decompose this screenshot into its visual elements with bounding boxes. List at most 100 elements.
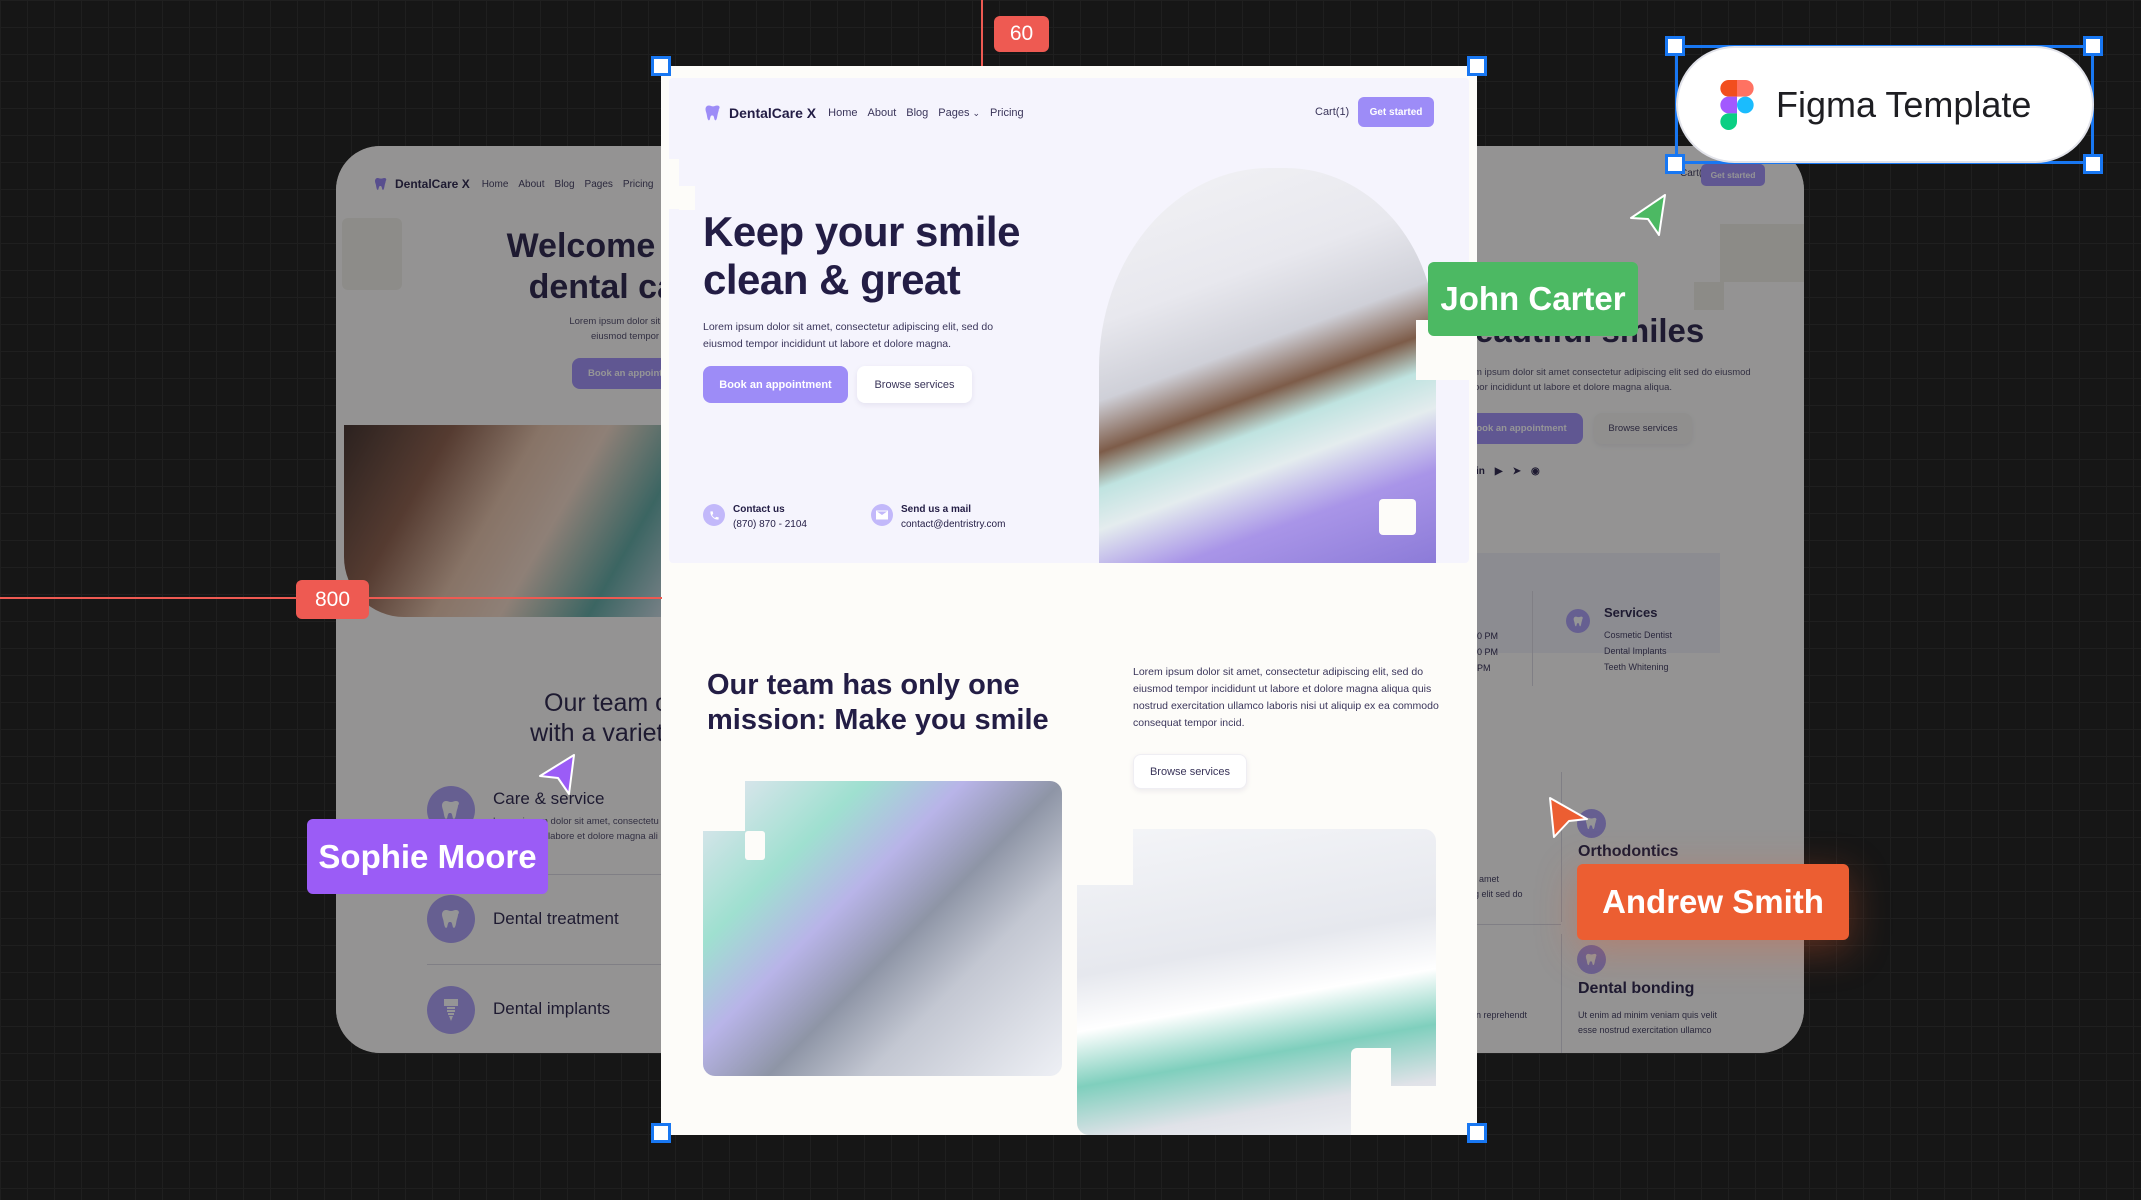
resize-handle[interactable] (1665, 154, 1685, 174)
linkedin-icon[interactable]: in (1476, 466, 1485, 477)
main-page-frame[interactable]: DentalCare X Home About Blog Pages ⌄ Pricing … (661, 66, 1477, 1135)
resize-handle[interactable] (1467, 56, 1487, 76)
decor-block (1391, 1086, 1436, 1135)
info-bar (1460, 553, 1720, 653)
nav-blog[interactable]: Blog (555, 179, 575, 190)
bonding-text: esse nostrud exercitation ullamco (1578, 1025, 1712, 1035)
decor-block (679, 186, 695, 210)
bonding-text: Ut enim ad minim veniam quis velit (1578, 1010, 1718, 1020)
nav-home[interactable]: Home (482, 179, 509, 190)
right-book-button[interactable]: ook an appointment (1460, 413, 1583, 444)
partial-text: g elit sed do (1474, 889, 1523, 899)
vertical-guide-line (981, 0, 983, 66)
collaborator-john-carter: John Carter (1428, 262, 1638, 336)
decor-block (703, 781, 745, 831)
collaborator-sophie-moore: Sophie Moore (307, 819, 548, 894)
mission-browse-button[interactable]: Browse services (1133, 754, 1247, 789)
mission-title-line1: Our team has only one (707, 669, 1020, 701)
left-team-title: with a variety (530, 719, 676, 747)
tooth-logo-icon (705, 105, 720, 121)
youtube-icon[interactable]: ▶ (1495, 466, 1503, 477)
hours-text: 0 PM (1477, 631, 1499, 641)
left-title-line1: Welcome t (506, 227, 676, 265)
whatsapp-icon[interactable]: ◉ (1531, 466, 1540, 477)
nav-about[interactable]: About (518, 179, 544, 190)
resize-handle[interactable] (2083, 36, 2103, 56)
book-appointment-button[interactable]: Book an appointment (703, 366, 848, 403)
resize-handle[interactable] (1665, 36, 1685, 56)
smiling-patient-photo (344, 425, 676, 617)
services-link[interactable]: Teeth Whitening (1604, 659, 1672, 675)
partial-text: in reprehendt (1474, 1010, 1528, 1020)
divider (427, 964, 676, 965)
partial-text: t amet (1474, 874, 1500, 884)
mail-address[interactable]: contact@dentristry.com (901, 517, 1005, 532)
nav-pricing[interactable]: Pricing (990, 107, 1024, 119)
services-link[interactable]: Dental Implants (1604, 643, 1672, 659)
nav-pages[interactable]: Pages (938, 107, 969, 119)
resize-handle[interactable] (651, 56, 671, 76)
top-spacing-badge: 60 (994, 16, 1049, 52)
andrew-cursor-icon (1549, 797, 1588, 838)
decor-block (1351, 1048, 1391, 1135)
badge-label: Figma Template (1776, 83, 2032, 125)
hours-text: PM (1477, 663, 1491, 673)
nav-about[interactable]: About (868, 107, 897, 119)
contact-label: Contact us (733, 504, 785, 515)
dental-tools-photo (703, 781, 1062, 1076)
mail-label: Send us a mail (901, 504, 972, 515)
left-preview-frame[interactable]: DentalCare X Home About Blog Pages Pricing W… (336, 146, 676, 1053)
resize-handle[interactable] (2083, 154, 2103, 174)
tooth-logo-icon (375, 178, 387, 190)
divider (1532, 591, 1533, 686)
collaborator-andrew-smith: Andrew Smith (1577, 864, 1849, 940)
decor-block (1720, 224, 1804, 282)
resize-handle[interactable] (651, 1123, 671, 1143)
cart-link[interactable]: Cart(1) (1315, 106, 1349, 118)
brand-name: DentalCare X (729, 105, 817, 121)
bonding-title: Dental bonding (1578, 980, 1695, 997)
nav-pages[interactable]: Pages (585, 179, 613, 190)
left-text: Lorem ipsum dolor sit am (569, 316, 676, 327)
nav-home[interactable]: Home (828, 107, 857, 119)
service-implants-title: Dental implants (493, 999, 611, 1018)
sophie-cursor-icon (539, 754, 575, 795)
resize-handle[interactable] (1467, 1123, 1487, 1143)
right-browse-button[interactable]: Browse services (1594, 413, 1692, 444)
left-title-line2: dental ca (528, 268, 676, 306)
dental-implant-icon (427, 986, 475, 1034)
telegram-icon[interactable]: ➤ (1513, 466, 1521, 477)
hours-text: 0 PM (1477, 647, 1499, 657)
mission-title-line2: mission: Make you smile (707, 704, 1049, 736)
dental-bonding-icon (1577, 945, 1606, 974)
john-cursor-icon (1630, 194, 1666, 236)
decor-block (342, 218, 402, 290)
decor-block (669, 159, 679, 209)
hero-title-line2: clean & great (703, 256, 961, 303)
right-text: m ipsum dolor sit amet consectetur adipi… (1474, 367, 1751, 378)
hero-text: Lorem ipsum dolor sit amet, consectetur … (703, 321, 994, 350)
get-started-button[interactable]: Get started (1358, 97, 1434, 127)
chevron-down-icon[interactable]: ⌄ (972, 108, 980, 118)
mission-text: Lorem ipsum dolor sit amet, consectetur … (1133, 666, 1439, 729)
services-heading: Services (1604, 605, 1658, 620)
right-text: por incididunt ut labore et dolore magna… (1474, 382, 1673, 393)
figma-template-badge[interactable]: Figma Template (1678, 48, 2092, 161)
decor-block (1379, 499, 1416, 535)
mail-icon (871, 504, 893, 526)
services-tooth-icon (1566, 609, 1590, 633)
nav-pricing[interactable]: Pricing (623, 179, 654, 190)
figma-logo-icon (1720, 79, 1754, 130)
hero-title-line1: Keep your smile (703, 208, 1020, 255)
decor-block (745, 831, 765, 860)
contact-phone[interactable]: (870) 870 - 2104 (733, 517, 807, 532)
left-spacing-badge: 800 (296, 580, 369, 619)
left-text: eiusmod tempor inci (590, 331, 676, 342)
decor-block (1694, 282, 1724, 310)
brand-name: DentalCare X (395, 177, 470, 191)
get-started-button[interactable]: Get started (1701, 164, 1765, 186)
browse-services-button[interactable]: Browse services (857, 366, 972, 403)
divider (1561, 934, 1562, 1053)
nav-blog[interactable]: Blog (906, 107, 928, 119)
services-link[interactable]: Cosmetic Dentist (1604, 627, 1672, 643)
